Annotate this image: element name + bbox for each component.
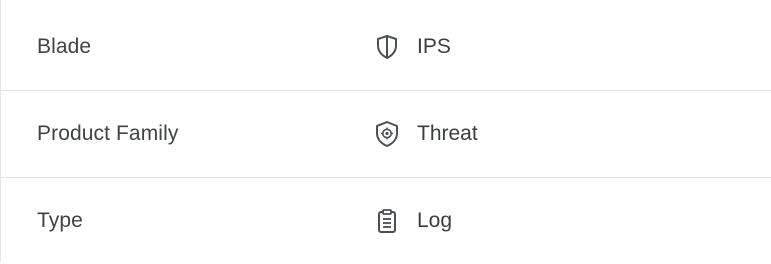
detail-row-blade: Blade IPS [1,3,771,90]
threat-shield-icon [373,120,401,148]
detail-value: Log [417,209,453,232]
detail-label: Type [37,209,83,232]
detail-value-container: Threat [373,120,478,148]
detail-label: Product Family [37,122,179,145]
detail-value: IPS [417,34,451,58]
detail-value-container: Log [373,207,452,235]
details-panel: Blade IPS Product Family Threat Type Log [0,0,771,262]
detail-row-product-family: Product Family Threat [1,90,771,177]
detail-value: Threat [417,122,478,145]
detail-value-container: IPS [373,33,451,61]
log-clipboard-icon [373,207,401,235]
detail-row-type: Type Log [1,177,771,264]
detail-label: Blade [37,34,92,58]
shield-icon [373,33,401,61]
